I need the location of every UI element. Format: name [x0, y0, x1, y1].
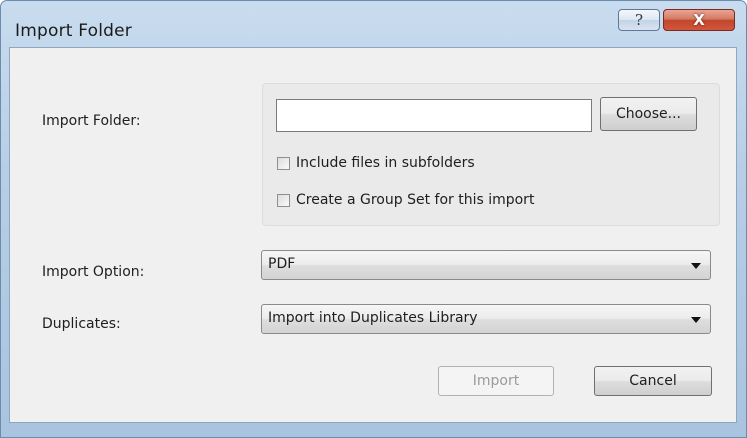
cancel-button[interactable]: Cancel [594, 366, 712, 396]
chevron-down-icon [691, 317, 701, 323]
import-option-value: PDF [268, 256, 296, 272]
create-group-set-label[interactable]: Create a Group Set for this import [296, 192, 534, 208]
help-icon: ? [634, 10, 644, 29]
help-button[interactable]: ? [618, 9, 660, 31]
window-title: Import Folder [15, 21, 132, 41]
create-group-set-checkbox[interactable] [277, 193, 290, 207]
import-folder-dialog: Import Folder ? X Import Folder: Choose.… [0, 0, 747, 438]
import-option-label: Import Option: [42, 264, 145, 280]
duplicates-value: Import into Duplicates Library [268, 310, 478, 326]
dialog-body: Import Folder: Choose... Include files i… [9, 47, 737, 423]
import-button[interactable]: Import [438, 366, 554, 396]
include-subfolders-checkbox[interactable] [277, 156, 290, 170]
choose-button[interactable]: Choose... [600, 97, 697, 131]
folder-path-input[interactable] [276, 99, 592, 132]
chevron-down-icon [691, 263, 701, 269]
create-group-set-row[interactable]: Create a Group Set for this import [277, 192, 534, 208]
duplicates-label: Duplicates: [42, 316, 121, 332]
import-folder-label: Import Folder: [42, 113, 141, 129]
close-icon: X [693, 10, 705, 29]
include-subfolders-row[interactable]: Include files in subfolders [277, 155, 475, 171]
close-button[interactable]: X [663, 9, 735, 31]
import-option-select[interactable]: PDF [261, 250, 711, 280]
include-subfolders-label[interactable]: Include files in subfolders [296, 155, 475, 171]
duplicates-select[interactable]: Import into Duplicates Library [261, 304, 711, 334]
